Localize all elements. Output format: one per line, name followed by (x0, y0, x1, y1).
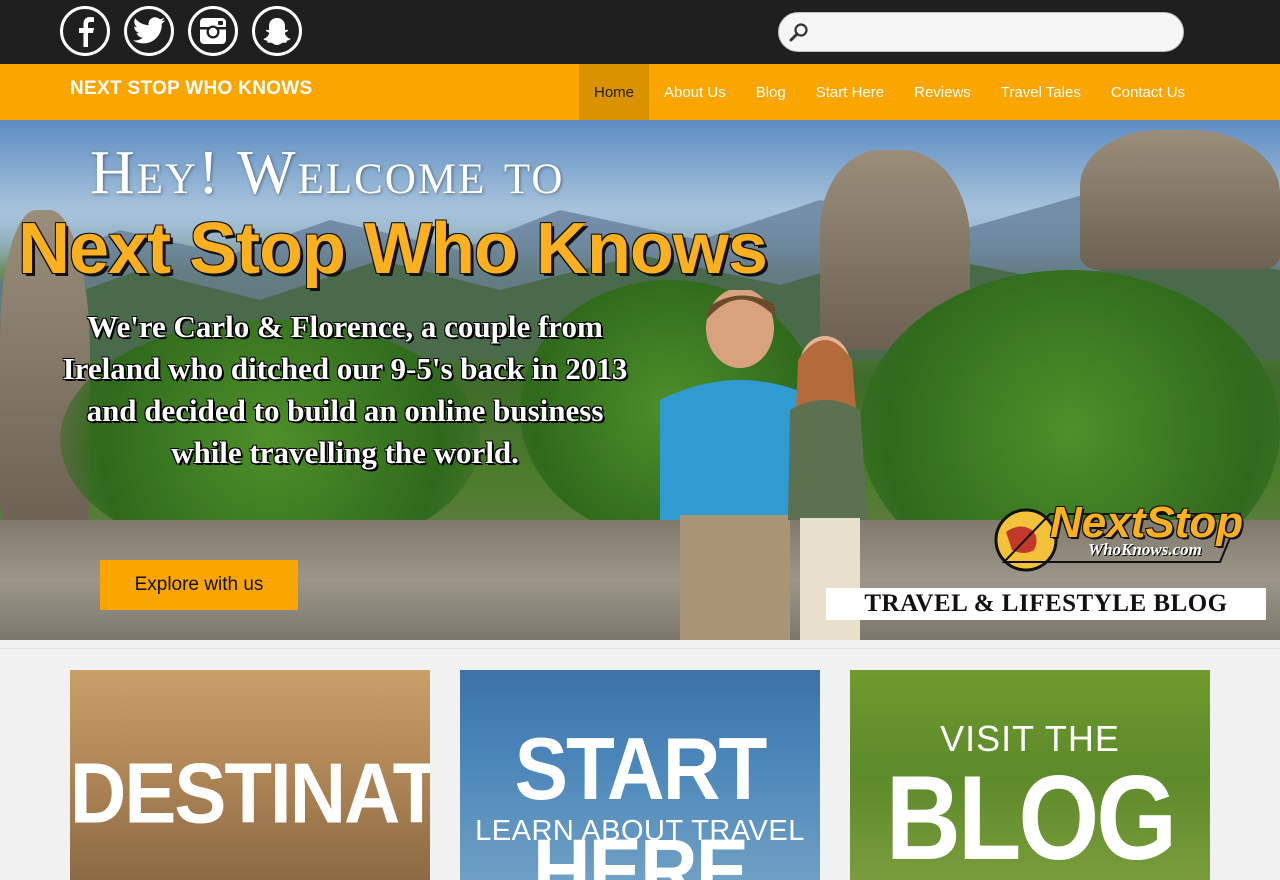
hero-tagline: TRAVEL & LIFESTYLE BLOG (826, 588, 1266, 620)
start-here-card-title: START HERE (514, 719, 768, 880)
nav-item-blog[interactable]: Blog (741, 64, 801, 120)
hero-welcome-text: Hey! Welcome to (90, 139, 565, 207)
facebook-icon[interactable] (60, 6, 110, 56)
destinations-card-title: DESTINATIONS (70, 744, 430, 842)
nav-item-about-us[interactable]: About Us (649, 64, 741, 120)
search-input[interactable] (813, 14, 1183, 50)
instagram-icon[interactable] (188, 6, 238, 56)
hero-banner: Hey! Welcome to Next Stop Who Knows We'r… (0, 120, 1280, 640)
visit-blog-card[interactable]: VISIT THE BLOG (850, 670, 1210, 880)
hero-rock (1080, 130, 1280, 270)
hero-intro: We're Carlo & Florence, a couple from Ir… (20, 306, 670, 474)
hero-intro-line: Ireland who ditched our 9-5's back in 20… (62, 351, 628, 386)
start-here-card[interactable]: START HERE LEARN ABOUT TRAVEL (460, 670, 820, 880)
site-brand[interactable]: NEXT STOP WHO KNOWS (70, 78, 313, 100)
nav-item-contact-us[interactable]: Contact Us (1096, 64, 1200, 120)
hero-intro-line: We're Carlo & Florence, a couple from (87, 309, 603, 344)
social-topbar (0, 0, 1280, 64)
nav-menu: Home About Us Blog Start Here Reviews Tr… (579, 64, 1200, 120)
nav-item-reviews[interactable]: Reviews (899, 64, 986, 120)
section-divider (0, 648, 1280, 649)
nav-item-home[interactable]: Home (579, 64, 650, 120)
explore-button[interactable]: Explore with us (100, 560, 298, 610)
hero-title: Next Stop Who Knows (18, 209, 768, 289)
search-bar[interactable] (778, 12, 1184, 52)
hero-logo-sub: WhoKnows.com (1088, 540, 1202, 559)
hero-tagline-text: TRAVEL & LIFESTYLE BLOG (864, 590, 1228, 617)
main-navbar: NEXT STOP WHO KNOWS Home About Us Blog S… (0, 64, 1280, 120)
start-here-card-subtitle: LEARN ABOUT TRAVEL (475, 815, 805, 847)
nav-item-start-here[interactable]: Start Here (801, 64, 899, 120)
search-icon (785, 12, 813, 52)
snapchat-icon[interactable] (252, 6, 302, 56)
twitter-icon[interactable] (124, 6, 174, 56)
destinations-card[interactable]: DESTINATIONS (70, 670, 430, 880)
hero-intro-line: while travelling the world. (171, 435, 519, 470)
nav-item-travel-tales[interactable]: Travel Tales (986, 64, 1096, 120)
hero-intro-line: and decided to build an online business (86, 393, 604, 428)
visit-blog-card-title: BLOG (885, 752, 1177, 880)
